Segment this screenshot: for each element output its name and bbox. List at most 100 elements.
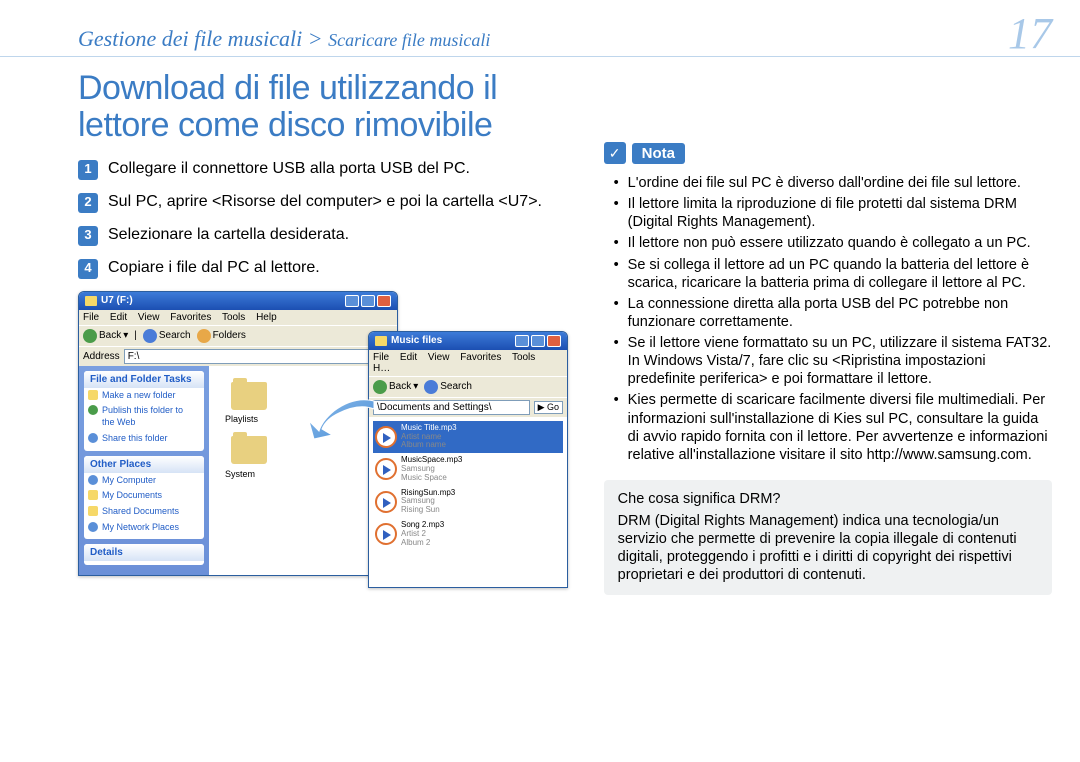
addressbar: ▶ Go [369, 397, 567, 417]
addressbar: Address [79, 346, 397, 366]
drm-body: DRM (Digital Rights Management) indica u… [618, 512, 1038, 585]
menubar: File Edit View Favorites Tools Help [79, 310, 397, 325]
step-item: 2 Sul PC, aprire <Risorse del computer> … [78, 192, 564, 213]
note-item: Il lettore non può essere utilizzato qua… [618, 234, 1052, 252]
titlebar: Music files [369, 332, 567, 350]
menu-item: Help [256, 312, 277, 323]
music-item: Song 2.mp3Artist 2Album 2 [373, 518, 563, 550]
note-check-icon [604, 142, 626, 164]
search-icon [424, 380, 438, 394]
close-icon [547, 335, 561, 347]
sidebar-link: My Computer [84, 473, 204, 489]
search-label: Search [159, 330, 191, 341]
breadcrumb-sub: Scaricare file musicali [328, 30, 490, 50]
music-item: MusicSpace.mp3SamsungMusic Space [373, 453, 563, 485]
panel-title: Other Places [84, 456, 204, 473]
menu-item: H… [373, 363, 390, 374]
menu-item: Edit [400, 352, 417, 363]
note-item: Il lettore limita la riproduzione di fil… [618, 195, 1052, 231]
drm-heading: Che cosa significa DRM? [618, 490, 1038, 508]
step-text: Copiare i file dal PC al lettore. [108, 258, 564, 279]
note-label: Nota [632, 143, 685, 164]
panel-title: Details [84, 544, 204, 561]
back-label: Back [99, 330, 121, 341]
drag-arrow-icon [304, 391, 384, 441]
menubar: File Edit View Favorites Tools H… [369, 350, 567, 376]
minimize-icon [345, 295, 359, 307]
menu-item: File [373, 352, 389, 363]
music-item: RisingSun.mp3SamsungRising Sun [373, 486, 563, 518]
note-list: L'ordine dei file sul PC è diverso dall'… [618, 174, 1052, 464]
page-number: 17 [1008, 8, 1052, 59]
minimize-icon [515, 335, 529, 347]
media-icon [375, 523, 397, 545]
step-number-badge: 2 [78, 193, 98, 213]
note-item: Se il lettore viene formattato su un PC,… [618, 334, 1052, 388]
menu-item: Tools [222, 312, 245, 323]
step-text: Collegare il connettore USB alla porta U… [108, 159, 564, 180]
menu-item: View [428, 352, 450, 363]
toolbar: Back ▾ | Search Folders [79, 325, 397, 346]
folder-icon [85, 296, 97, 306]
step-number-badge: 1 [78, 160, 98, 180]
step-text: Selezionare la cartella desiderata. [108, 225, 564, 246]
sidebar-link: My Network Places [84, 520, 204, 536]
folder-icon [231, 382, 267, 410]
screenshot-illustration: U7 (F:) File Edit View Favorites Tools H… [78, 291, 564, 577]
folder-item: System [225, 432, 285, 479]
menu-item: Tools [512, 352, 535, 363]
step-number-badge: 4 [78, 259, 98, 279]
right-column: Nota L'ordine dei file sul PC è diverso … [604, 70, 1052, 738]
folders-icon [197, 329, 211, 343]
toolbar: Back ▾ Search [369, 376, 567, 397]
page-title: Download di file utilizzando il lettore … [78, 70, 564, 145]
sidebar-link: Make a new folder [84, 388, 204, 404]
explorer-window-music: Music files File Edit View Favorites Too… [368, 331, 568, 588]
step-item: 3 Selezionare la cartella desiderata. [78, 225, 564, 246]
back-label: Back [389, 381, 411, 392]
folder-icon [231, 436, 267, 464]
step-text: Sul PC, aprire <Risorse del computer> e … [108, 192, 564, 213]
drm-info-box: Che cosa significa DRM? DRM (Digital Rig… [604, 480, 1052, 595]
divider [0, 56, 1080, 57]
music-item: Music Title.mp3Artist nameAlbum name [373, 421, 563, 453]
step-item: 1 Collegare il connettore USB alla porta… [78, 159, 564, 180]
panel-title: File and Folder Tasks [84, 371, 204, 388]
content-columns: Download di file utilizzando il lettore … [78, 70, 1052, 738]
note-item: Kies permette di scaricare facilmente di… [618, 391, 1052, 464]
titlebar: U7 (F:) [79, 292, 397, 310]
window-title: U7 (F:) [101, 295, 133, 306]
step-item: 4 Copiare i file dal PC al lettore. [78, 258, 564, 279]
menu-item: Favorites [170, 312, 211, 323]
breadcrumb: Gestione dei file musicali > Scaricare f… [78, 26, 1002, 52]
folder-label: System [225, 469, 255, 479]
back-icon [83, 329, 97, 343]
window-title: Music files [391, 335, 442, 346]
explorer-sidebar: File and Folder Tasks Make a new folder … [79, 366, 209, 576]
sidebar-link: Publish this folder to the Web [84, 403, 204, 430]
address-input [124, 349, 393, 364]
sidebar-link: Shared Documents [84, 504, 204, 520]
folders-label: Folders [213, 330, 246, 341]
note-item: L'ordine dei file sul PC è diverso dall'… [618, 174, 1052, 192]
menu-item: File [83, 312, 99, 323]
go-button: ▶ Go [534, 401, 563, 414]
note-heading: Nota [604, 142, 685, 164]
folder-label: Playlists [225, 414, 258, 424]
note-item: Se si collega il lettore ad un PC quando… [618, 256, 1052, 292]
note-item: La connessione diretta alla porta USB de… [618, 295, 1052, 331]
media-icon [375, 458, 397, 480]
search-icon [143, 329, 157, 343]
address-label: Address [83, 351, 120, 362]
close-icon [377, 295, 391, 307]
menu-item: Favorites [460, 352, 501, 363]
address-input [373, 400, 530, 415]
maximize-icon [361, 295, 375, 307]
sidebar-link: Share this folder [84, 431, 204, 447]
sidebar-link: My Documents [84, 488, 204, 504]
step-list: 1 Collegare il connettore USB alla porta… [78, 159, 564, 279]
step-number-badge: 3 [78, 226, 98, 246]
left-column: Download di file utilizzando il lettore … [78, 70, 564, 738]
folder-item: Playlists [225, 378, 285, 425]
menu-item: Edit [110, 312, 127, 323]
